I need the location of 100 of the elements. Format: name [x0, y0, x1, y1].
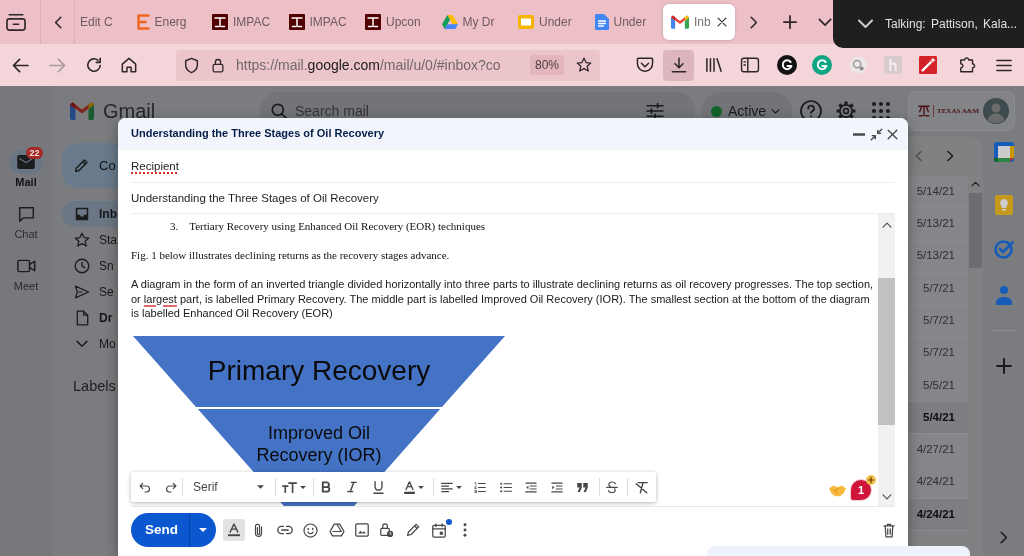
chevron-down-icon[interactable]	[881, 494, 892, 500]
indent-more-icon[interactable]	[551, 481, 563, 493]
chevron-down-icon[interactable]	[818, 17, 832, 27]
email-row[interactable]: 5/7/21	[908, 272, 968, 306]
more-icon[interactable]	[463, 523, 467, 537]
download-button[interactable]	[663, 49, 694, 81]
email-row[interactable]: 4/27/21	[908, 434, 968, 467]
italic-icon[interactable]	[347, 481, 357, 493]
email-row[interactable]: 5/7/21	[908, 305, 968, 338]
browser-tab[interactable]: Under	[510, 4, 582, 40]
puzzle-icon[interactable]	[959, 56, 977, 74]
extension-icon[interactable]	[849, 56, 867, 74]
circle-logo-icon[interactable]	[777, 55, 797, 75]
calendar-icon[interactable]	[432, 522, 446, 538]
image-icon[interactable]	[355, 523, 369, 537]
bold-icon[interactable]	[321, 481, 331, 493]
email-row[interactable]: 5/5/21	[908, 369, 968, 403]
close-icon[interactable]	[717, 17, 727, 27]
folder-item[interactable]: Mo	[62, 331, 118, 357]
chevron-up-icon[interactable]	[971, 181, 980, 187]
lock-icon[interactable]	[212, 57, 224, 73]
checkmark-icon[interactable]	[993, 239, 1014, 259]
compose-button[interactable]: Co	[62, 143, 118, 188]
star-icon[interactable]	[576, 57, 592, 73]
chevron-right-icon[interactable]	[999, 531, 1008, 544]
numbered-list-icon[interactable]	[474, 481, 486, 493]
lock-clock-icon[interactable]	[380, 522, 394, 538]
filter-icon[interactable]	[646, 103, 664, 119]
lightbulb-icon[interactable]	[994, 195, 1013, 215]
shield-icon[interactable]	[184, 56, 199, 74]
folder-item[interactable]: Dr	[62, 305, 118, 331]
caret-icon[interactable]	[418, 485, 424, 489]
undo-icon[interactable]	[139, 481, 151, 493]
sidebar-icon[interactable]	[740, 57, 760, 73]
search-input[interactable]: Search mail	[295, 103, 646, 119]
formatting-button[interactable]	[223, 519, 245, 541]
chevron-left-icon[interactable]	[54, 15, 62, 29]
clear-formatting-icon[interactable]	[635, 480, 648, 494]
triangle-icon[interactable]	[329, 523, 345, 537]
caret-icon[interactable]	[300, 485, 306, 489]
close-icon[interactable]	[887, 128, 898, 140]
tab-overview-icon[interactable]	[6, 13, 26, 31]
mail-logo-icon[interactable]	[70, 102, 94, 120]
folder-item[interactable]: Inb	[62, 201, 118, 227]
browser-tab[interactable]: IMPAC	[204, 4, 276, 40]
scrollbar-thumb[interactable]	[969, 193, 982, 268]
emoji-icon[interactable]	[303, 522, 318, 538]
browser-tab[interactable]: Energ	[127, 4, 200, 40]
browser-tab[interactable]: Edit C	[75, 4, 123, 40]
scrollbar-thumb[interactable]	[878, 278, 895, 425]
reload-icon[interactable]	[86, 57, 102, 73]
library-icon[interactable]	[705, 57, 723, 73]
email-row[interactable]: 5/7/21	[908, 337, 968, 370]
minimize-icon[interactable]	[853, 132, 865, 136]
email-row[interactable]: 4/24/21	[908, 466, 968, 499]
folder-item[interactable]: Sta	[62, 227, 118, 253]
plus-icon[interactable]	[783, 15, 797, 29]
email-row[interactable]: 5/14/21	[908, 176, 968, 209]
paperclip-icon[interactable]	[254, 522, 263, 538]
font-dropdown[interactable]: Serif	[188, 475, 270, 499]
indent-less-icon[interactable]	[525, 481, 537, 493]
chevron-right-icon[interactable]	[947, 150, 954, 162]
bulleted-list-icon[interactable]	[500, 481, 512, 493]
folder-item[interactable]: Se	[62, 279, 118, 305]
email-row[interactable]: 5/13/21	[908, 240, 968, 273]
caret-icon[interactable]	[456, 485, 462, 489]
back-icon[interactable]	[12, 57, 29, 73]
subject-field[interactable]: Understanding the Three Stages of Oil Recovery	[131, 183, 895, 214]
text-size-icon[interactable]	[282, 481, 297, 493]
chevron-right-icon[interactable]	[750, 15, 758, 29]
address-bar[interactable]: https://mail.google.com/mail/u/0/#inbox?co 80%	[176, 49, 600, 81]
text-color-icon[interactable]	[404, 480, 415, 494]
email-row[interactable]: 5/13/21	[908, 208, 968, 241]
recipient-field[interactable]: Recipient	[131, 150, 895, 183]
menu-icon[interactable]	[996, 58, 1012, 72]
browser-tab[interactable]: Inb	[663, 4, 735, 40]
redo-icon[interactable]	[165, 481, 177, 493]
align-icon[interactable]	[441, 481, 453, 493]
apps-icon[interactable]	[872, 102, 890, 120]
folder-item[interactable]: Sn	[62, 253, 118, 279]
plus-icon[interactable]	[995, 358, 1012, 374]
send-button[interactable]: Send	[131, 513, 189, 547]
wand-icon[interactable]	[919, 56, 937, 74]
send-options-button[interactable]	[189, 513, 216, 547]
rail-button[interactable]	[9, 150, 43, 174]
pocket-icon[interactable]	[636, 57, 654, 73]
home-icon[interactable]	[121, 57, 137, 73]
underline-icon[interactable]	[373, 480, 384, 494]
browser-tab[interactable]: Under	[586, 4, 659, 40]
strikethrough-icon[interactable]	[606, 481, 618, 493]
pen-icon[interactable]	[406, 523, 420, 537]
search-icon[interactable]	[271, 102, 288, 120]
zoom-level-button[interactable]: 80%	[529, 55, 564, 75]
browser-tab[interactable]: My Dr	[433, 4, 506, 40]
link-icon[interactable]	[277, 525, 293, 535]
collapse-icon[interactable]	[870, 127, 883, 141]
trash-icon[interactable]	[883, 522, 895, 538]
browser-tab[interactable]: Upcon	[357, 4, 429, 40]
browser-tab[interactable]: IMPAC	[280, 4, 353, 40]
chevron-up-icon[interactable]	[881, 222, 892, 228]
